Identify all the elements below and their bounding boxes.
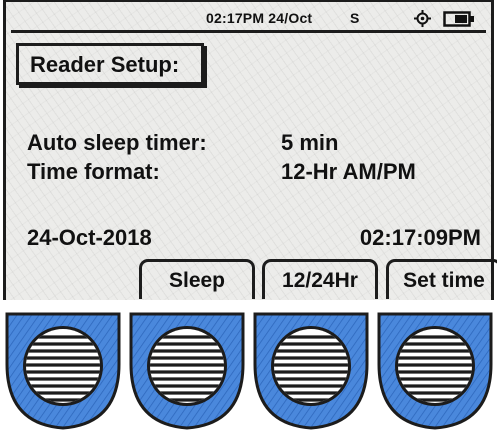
battery-icon <box>443 11 474 27</box>
sleep-softkey[interactable]: Sleep <box>139 259 255 299</box>
lcd-screen: 02:17PM 24/Oct S Reader Setup: Auto slee… <box>3 0 497 300</box>
auto-sleep-timer-label: Auto sleep timer: <box>27 130 207 155</box>
striped-circle-key-icon[interactable] <box>128 312 246 430</box>
set-time-softkey[interactable]: Set time <box>386 259 497 299</box>
page-title: Reader Setup: <box>16 43 204 85</box>
current-date: 24-Oct-2018 <box>27 225 152 250</box>
striped-circle-key-icon[interactable] <box>252 312 370 430</box>
12-24hr-softkey[interactable]: 12/24Hr <box>262 259 378 299</box>
status-bar: 02:17PM 24/Oct S <box>11 8 486 33</box>
striped-circle-key-icon[interactable] <box>4 312 122 430</box>
gps-icon <box>414 10 431 27</box>
current-time: 02:17:09PM <box>359 225 481 250</box>
status-indicator: S <box>350 10 360 26</box>
status-datetime: 02:17PM 24/Oct <box>206 10 313 26</box>
hardware-keypad <box>0 312 497 430</box>
auto-sleep-timer-value: 5 min <box>281 130 339 155</box>
striped-circle-key-icon[interactable] <box>376 312 494 430</box>
time-format-label: Time format: <box>27 159 160 184</box>
time-format-value: 12-Hr AM/PM <box>281 159 416 184</box>
